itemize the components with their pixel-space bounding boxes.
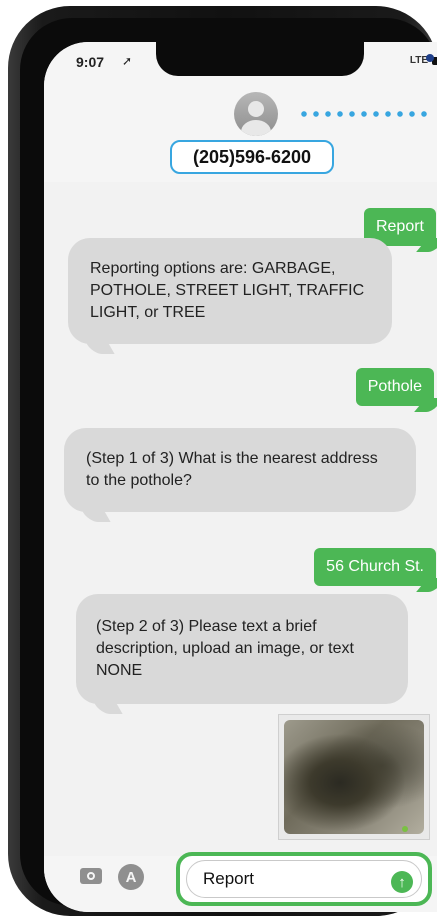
- message-text: Report: [375, 218, 424, 235]
- location-arrow-icon: ➚: [122, 54, 133, 68]
- message-input-text: Report: [203, 869, 255, 888]
- message-outgoing[interactable]: 56 Church St.: [314, 548, 436, 586]
- phone-frame: 9:07 ➚ LTE (205)596-6200 Report Reportin…: [8, 6, 437, 916]
- avatar-body: [241, 120, 271, 136]
- message-text: (Step 2 of 3) Please text a brief descri…: [96, 618, 354, 679]
- message-outgoing[interactable]: Pothole: [355, 368, 434, 406]
- camera-icon[interactable]: [80, 868, 102, 884]
- front-camera-icon: [426, 54, 434, 62]
- highlight-connector-dots: [298, 111, 428, 117]
- message-incoming[interactable]: (Step 2 of 3) Please text a brief descri…: [76, 594, 408, 704]
- message-incoming[interactable]: Reporting options are: GARBAGE, POTHOLE,…: [68, 238, 392, 344]
- compose-bar: A Report ↑: [44, 852, 437, 912]
- message-input-highlight: Report ↑: [176, 852, 432, 906]
- app-store-icon[interactable]: A: [118, 864, 144, 890]
- message-incoming[interactable]: (Step 1 of 3) What is the nearest addres…: [64, 428, 416, 512]
- message-input[interactable]: Report ↑: [186, 860, 422, 898]
- status-time: 9:07: [76, 54, 105, 70]
- message-text: Pothole: [367, 378, 422, 395]
- message-text: 56 Church St.: [326, 558, 424, 575]
- phone-notch: [156, 42, 434, 76]
- image-attachment[interactable]: [278, 714, 430, 840]
- message-text: Reporting options are: GARBAGE, POTHOLE,…: [90, 260, 365, 321]
- messages-screen: 9:07 ➚ LTE (205)596-6200 Report Reportin…: [44, 42, 437, 912]
- phone-bezel: 9:07 ➚ LTE (205)596-6200 Report Reportin…: [20, 18, 437, 912]
- highlight-connector-dot: [402, 826, 408, 832]
- send-arrow-icon[interactable]: ↑: [391, 871, 413, 893]
- avatar-head: [248, 101, 264, 117]
- contact-avatar[interactable]: [234, 92, 278, 136]
- contact-phone-number[interactable]: (205)596-6200: [170, 140, 334, 174]
- pothole-photo: [284, 720, 424, 834]
- message-text: (Step 1 of 3) What is the nearest addres…: [86, 450, 378, 489]
